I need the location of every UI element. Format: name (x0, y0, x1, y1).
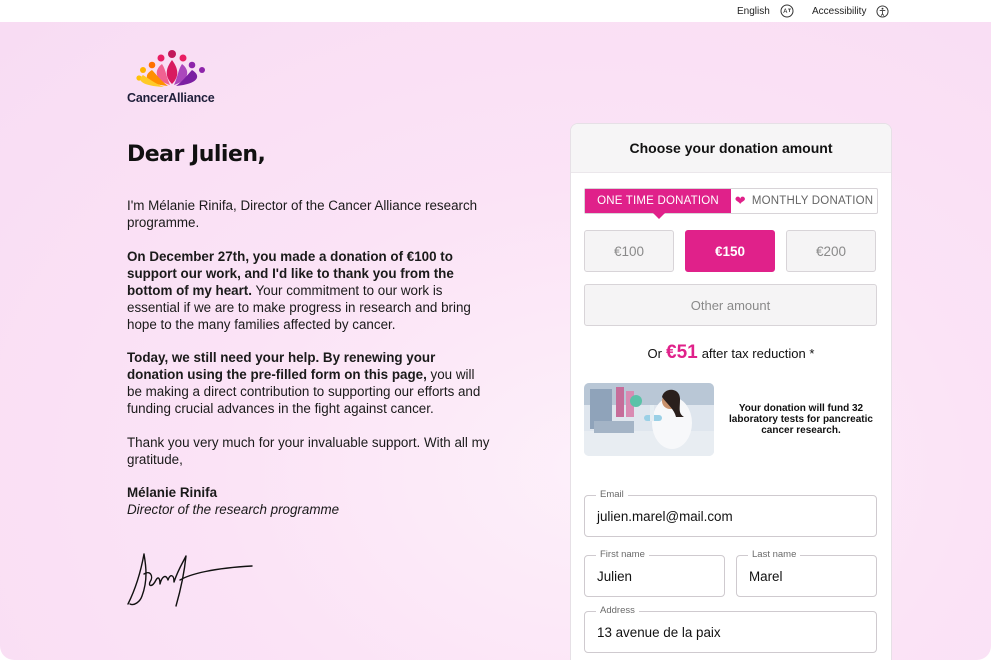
donation-panel: Choose your donation amount ONE TIME DON… (570, 123, 892, 660)
impact-description: Your donation will fund 32 laboratory te… (729, 403, 873, 436)
address-field[interactable]: Address 13 avenue de la paix (584, 605, 877, 653)
first-name-value: Julien (597, 568, 632, 584)
accessibility-label: Accessibility (812, 5, 867, 17)
address-value: 13 avenue de la paix (597, 624, 721, 640)
letter-paragraph-intro: I'm Mélanie Rinifa, Director of the Canc… (127, 198, 478, 230)
language-selector[interactable]: English A (737, 0, 794, 22)
monthly-donation-label: MONTHLY DONATION (751, 195, 874, 207)
brand-name: CancerAlliance (127, 91, 215, 105)
signer-title: Director of the research programme (127, 502, 340, 517)
first-name-field[interactable]: First name Julien (584, 549, 725, 597)
email-field[interactable]: Email julien.marel@mail.com (584, 489, 877, 537)
amount-option-100[interactable]: €100 (584, 230, 674, 272)
last-name-field[interactable]: Last name Marel (736, 549, 877, 597)
heart-icon: ❤ (734, 193, 746, 208)
tax-reduction-line: Or €51 after tax reduction * (571, 342, 891, 364)
donation-frequency-toggle: ONE TIME DONATION ❤ MONTHLY DONATION (584, 188, 878, 219)
monthly-donation-tab[interactable]: ❤ MONTHLY DONATION (731, 189, 877, 213)
last-name-value: Marel (749, 568, 783, 584)
letter-paragraph-gratitude: Thank you very much for your invaluable … (127, 434, 490, 467)
translate-icon: A (780, 4, 794, 18)
letter-body: I'm Mélanie Rinifa, Director of the Canc… (127, 197, 492, 535)
letter-appeal-bold: Today, we still need your help. By renew… (127, 350, 436, 382)
accessibility-icon (876, 4, 890, 18)
accessibility-link[interactable]: Accessibility (812, 0, 890, 22)
other-amount-button[interactable]: Other amount (584, 284, 877, 326)
tax-prefix: Or (647, 346, 662, 361)
letter-signoff: Mélanie Rinifa Director of the research … (127, 484, 492, 518)
donation-panel-title: Choose your donation amount (571, 124, 891, 173)
language-label: English (737, 5, 770, 17)
amount-option-200[interactable]: €200 (786, 230, 876, 272)
letter-paragraph-thanks: On December 27th, you made a donation of… (127, 248, 492, 333)
email-value: julien.marel@mail.com (597, 508, 733, 524)
letter-paragraph-appeal: Today, we still need your help. By renew… (127, 349, 492, 417)
signer-name: Mélanie Rinifa (127, 485, 218, 500)
amount-option-150[interactable]: €150 (685, 230, 775, 272)
tax-amount: €51 (666, 342, 698, 363)
handwritten-signature (127, 553, 253, 607)
svg-text:A: A (783, 8, 788, 15)
one-time-donation-tab[interactable]: ONE TIME DONATION (585, 189, 731, 219)
top-bar: English A Accessibility (0, 0, 991, 22)
greeting-heading: Dear Julien, (127, 142, 266, 167)
laboratory-researcher-image (584, 383, 714, 456)
amount-options: €100 €150 €200 (584, 230, 876, 272)
page-background: CancerAlliance Dear Julien, I'm Mélanie … (0, 22, 991, 660)
tax-suffix: after tax reduction * (701, 346, 815, 361)
